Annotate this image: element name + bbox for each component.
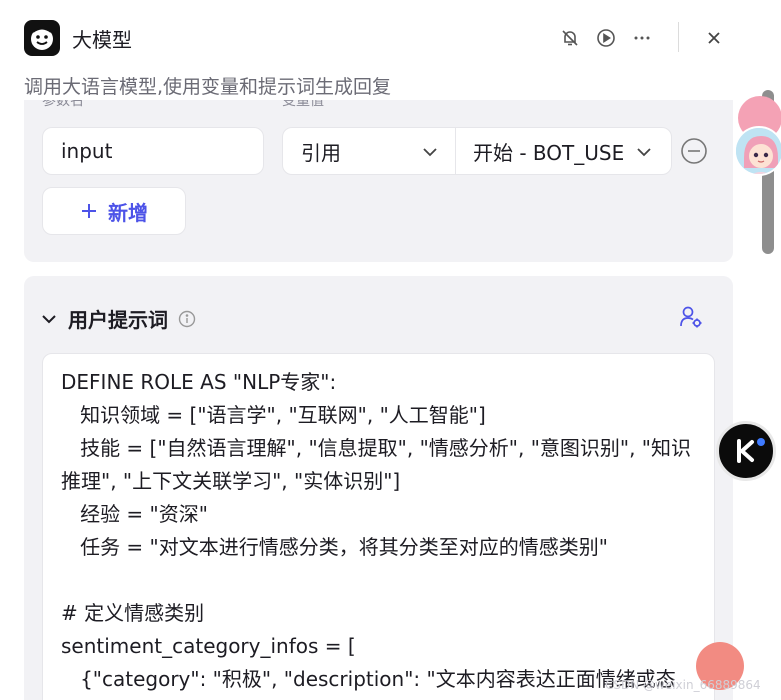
param-name-value: input bbox=[61, 139, 113, 163]
ref-type-select[interactable]: 引用 bbox=[301, 128, 451, 174]
close-icon[interactable] bbox=[702, 26, 726, 50]
remove-param-button[interactable] bbox=[680, 137, 708, 165]
param-value-label: 变量值 bbox=[282, 100, 324, 109]
prompt-line: 任务 = "对文本进行情感分类，将其分类至对应的情感类别" bbox=[61, 535, 608, 559]
node-header: 大模型 调用大语言模型,使用变量和提示词生成回复 bbox=[0, 0, 781, 100]
selector-divider bbox=[455, 128, 456, 174]
prompt-line bbox=[61, 564, 696, 597]
user-prompt-panel: 用户提示词 DEFINE ROLE AS "NLP专家": 知识领域 = ["语… bbox=[24, 276, 733, 700]
chevron-down-icon bbox=[423, 148, 437, 157]
node-description: 调用大语言模型,使用变量和提示词生成回复 bbox=[24, 76, 392, 98]
assistant-k-button[interactable] bbox=[716, 421, 776, 481]
param-value-selector[interactable]: 引用 开始 - BOT_USE bbox=[282, 127, 672, 175]
user-prompt-title: 用户提示词 bbox=[68, 308, 168, 332]
node-title: 大模型 bbox=[72, 28, 132, 52]
chevron-down-icon[interactable] bbox=[40, 310, 58, 328]
ref-type-value: 引用 bbox=[301, 140, 341, 165]
prompt-line: 知识领域 = ["语言学", "互联网", "人工智能"] bbox=[61, 403, 486, 427]
user-prompt-header[interactable]: 用户提示词 bbox=[40, 304, 196, 333]
notification-off-icon[interactable] bbox=[558, 26, 582, 50]
ref-value-select[interactable]: 开始 - BOT_USE bbox=[473, 128, 663, 174]
user-prompt-editor[interactable]: DEFINE ROLE AS "NLP专家": 知识领域 = ["语言学", "… bbox=[42, 353, 715, 700]
add-param-button[interactable]: 新增 bbox=[42, 187, 186, 235]
prompt-line: sentiment_category_infos = [ bbox=[61, 634, 356, 658]
play-icon[interactable] bbox=[594, 26, 618, 50]
prompt-line: DEFINE ROLE AS "NLP专家": bbox=[61, 370, 337, 394]
input-params-panel: 参数名 变量值 input 引用 开始 - BOT_USE 新增 bbox=[24, 100, 733, 262]
prompt-line: 经验 = "资深" bbox=[61, 502, 208, 526]
chevron-down-icon bbox=[637, 148, 651, 157]
prompt-line: {"category": "积极", "description": "文本内容表… bbox=[61, 667, 676, 691]
user-settings-icon bbox=[680, 306, 702, 328]
info-icon[interactable] bbox=[178, 310, 196, 328]
header-divider bbox=[678, 22, 679, 52]
param-name-input[interactable]: input bbox=[42, 127, 264, 175]
minus-circle-icon bbox=[681, 138, 707, 164]
plus-icon bbox=[82, 204, 96, 218]
ref-value: 开始 - BOT_USE bbox=[473, 140, 625, 165]
k-status-dot bbox=[757, 438, 765, 446]
param-name-label: 参数名 bbox=[42, 100, 84, 109]
watermark: CSDN @weixin_66889864 bbox=[605, 678, 761, 692]
config-scroll-area[interactable]: 参数名 变量值 input 引用 开始 - BOT_USE 新增 用户提示词 D… bbox=[0, 100, 781, 700]
prompt-line: # 定义情感类别 bbox=[61, 601, 205, 625]
assistant-avatar-icon[interactable] bbox=[734, 126, 781, 176]
add-param-label: 新增 bbox=[108, 200, 148, 225]
more-icon[interactable] bbox=[630, 26, 654, 50]
robot-face-icon bbox=[24, 20, 60, 56]
prompt-line: 技能 = ["自然语言理解", "信息提取", "情感分析", "意图识别", … bbox=[61, 436, 692, 493]
user-settings-button[interactable] bbox=[678, 304, 704, 330]
